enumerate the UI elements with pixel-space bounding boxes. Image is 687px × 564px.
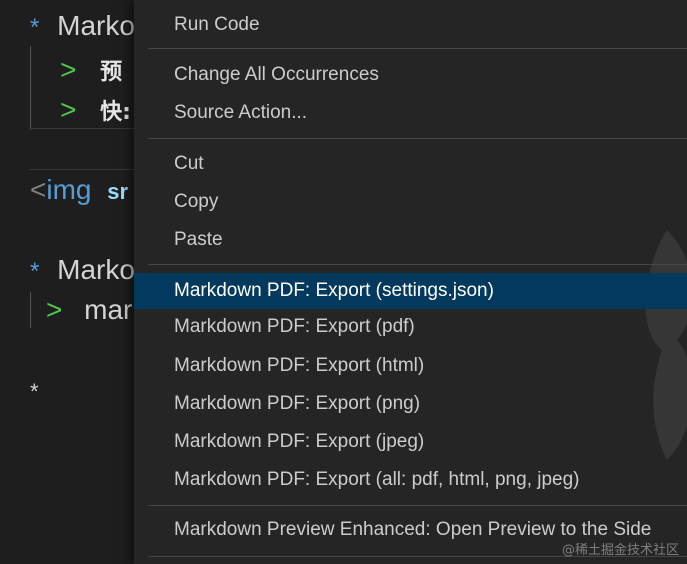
blockquote-text: mar [84, 294, 133, 325]
menu-item-export-settings[interactable]: Markdown PDF: Export (settings.json) [134, 273, 687, 309]
indent-guide [30, 292, 31, 328]
menu-item-change-all-occurrences[interactable]: Change All Occurrences [134, 59, 687, 91]
menu-separator [148, 138, 687, 139]
menu-item-export-html[interactable]: Markdown PDF: Export (html) [134, 350, 687, 382]
menu-separator [148, 264, 687, 265]
editor-line-4: <img sr [30, 176, 128, 204]
menu-item-export-png[interactable]: Markdown PDF: Export (png) [134, 388, 687, 420]
watermark: @稀土掘金技术社区 [561, 543, 679, 558]
code-block-outline [30, 128, 151, 170]
menu-item-run-code[interactable]: Run Code [134, 9, 687, 41]
editor-line-2: > 预 [60, 56, 122, 84]
list-bullet: * [30, 379, 39, 404]
tag-attribute: sr [107, 179, 129, 204]
menu-item-cut[interactable]: Cut [134, 148, 687, 180]
menu-item-export-all[interactable]: Markdown PDF: Export (all: pdf, html, pn… [134, 464, 687, 496]
tag-name: img [46, 174, 92, 205]
tag-open-bracket: < [30, 174, 47, 205]
menu-item-paste[interactable]: Paste [134, 224, 687, 256]
menu-separator [148, 48, 687, 49]
list-bullet: * [30, 258, 40, 285]
blockquote-marker: > [60, 54, 77, 85]
list-bullet: * [30, 14, 40, 41]
blockquote-text: 快: [100, 100, 131, 125]
indent-guide [30, 46, 31, 130]
editor-line-1: * Marko [30, 12, 135, 40]
editor-line-6: > mar [46, 296, 132, 324]
editor-line-3: > 快: [60, 96, 131, 124]
context-menu: Run Code Change All Occurrences Source A… [134, 0, 687, 564]
blockquote-marker: > [60, 94, 77, 125]
heading-text: Marko [57, 254, 135, 285]
menu-item-export-pdf[interactable]: Markdown PDF: Export (pdf) [134, 311, 687, 343]
menu-item-export-jpeg[interactable]: Markdown PDF: Export (jpeg) [134, 426, 687, 458]
blockquote-marker: > [46, 294, 63, 325]
menu-item-source-action[interactable]: Source Action... [134, 97, 687, 129]
editor-line-7: * [30, 376, 39, 404]
heading-text: Marko [57, 10, 135, 41]
blockquote-text: 预 [100, 60, 123, 85]
editor-line-5: * Marko [30, 256, 135, 284]
menu-separator [148, 505, 687, 506]
screen: * Marko > 预 > 快: <img sr * Marko > mar * [0, 0, 687, 564]
menu-item-copy[interactable]: Copy [134, 186, 687, 218]
